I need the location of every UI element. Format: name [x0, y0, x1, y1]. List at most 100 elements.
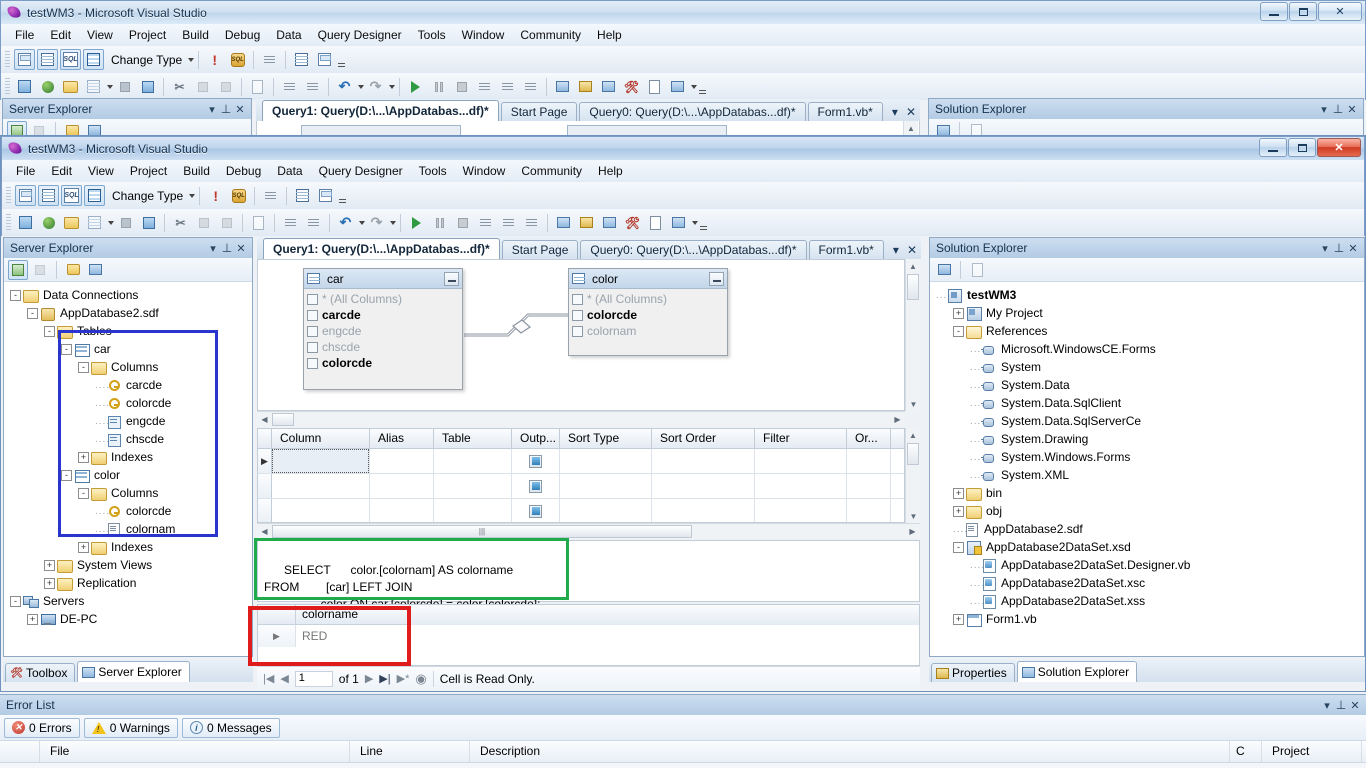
panel-menu-icon[interactable]: ▾: [205, 103, 219, 116]
results-cell-colorname[interactable]: RED: [296, 625, 410, 647]
header-alias[interactable]: Alias: [370, 429, 434, 448]
column-checkbox[interactable]: [307, 341, 318, 353]
find-icon[interactable]: [248, 212, 269, 233]
show-results-pane-button[interactable]: [84, 185, 105, 206]
tab-solution-explorer[interactable]: Solution Explorer: [1016, 661, 1138, 682]
scrollbar-thumb[interactable]: [907, 443, 919, 465]
menu-tools[interactable]: Tools: [411, 161, 455, 181]
diagram-column-row[interactable]: * (All Columns): [572, 291, 724, 307]
diagram-table-columns[interactable]: * (All Columns) carcde engcde chscde col…: [304, 289, 462, 375]
panel-header[interactable]: Server Explorer ▾ ⊥ ✕: [3, 99, 251, 119]
tree-item[interactable]: + DE-PC: [6, 610, 250, 628]
tab-form1[interactable]: Form1.vb*: [808, 240, 884, 259]
cell-or[interactable]: [847, 499, 891, 522]
verify-sql-syntax-button[interactable]: !: [204, 49, 225, 70]
new-record-button[interactable]: ▶*: [397, 672, 410, 685]
menu-query-designer[interactable]: Query Designer: [310, 25, 410, 45]
close-icon[interactable]: ✕: [1345, 103, 1359, 116]
tree-item[interactable]: .... System.Drawing: [932, 430, 1362, 448]
chevron-down-icon[interactable]: [189, 193, 196, 198]
first-record-button[interactable]: |◀: [263, 672, 274, 685]
menu-build[interactable]: Build: [175, 161, 218, 181]
tree-item[interactable]: - AppDatabase2.sdf: [6, 304, 250, 322]
toolbar-overflow-button[interactable]: [698, 213, 709, 232]
query-designer-toolbar[interactable]: SQL Change Type ! SQL: [1, 182, 1365, 209]
foreground-vs-window[interactable]: testWM3 - Microsoft Visual Studio ✕ File…: [0, 135, 1366, 692]
show-criteria-pane-button[interactable]: [38, 185, 59, 206]
tree-item[interactable]: .... colorcde: [6, 502, 250, 520]
collapse-icon[interactable]: -: [953, 541, 964, 553]
row-marker-icon[interactable]: [258, 499, 272, 522]
minimize-icon[interactable]: [709, 271, 724, 286]
collapse-icon[interactable]: -: [10, 289, 21, 301]
criteria-pane[interactable]: Column Alias Table Outp... Sort Type Sor…: [257, 428, 905, 523]
collapse-icon[interactable]: -: [953, 325, 964, 337]
toolbar-overflow-button[interactable]: [337, 186, 348, 205]
new-project-icon[interactable]: [14, 76, 35, 97]
pin-icon[interactable]: ⊥: [1332, 241, 1346, 255]
undo-icon[interactable]: ↶: [335, 212, 356, 233]
toolbar-overflow-button[interactable]: [697, 77, 708, 96]
tab-start-page[interactable]: Start Page: [500, 102, 578, 121]
cell-filter[interactable]: [755, 499, 847, 522]
error-list-icon[interactable]: [644, 76, 665, 97]
error-col-c[interactable]: C: [1230, 741, 1262, 762]
header-output[interactable]: Outp...: [512, 429, 560, 448]
diagram-table-header[interactable]: car: [304, 269, 462, 289]
scrollbar-thumb[interactable]: [272, 413, 294, 426]
menu-edit[interactable]: Edit: [42, 25, 79, 45]
step-into-icon[interactable]: [474, 76, 495, 97]
background-window-titlebar[interactable]: testWM3 - Microsoft Visual Studio ✕: [0, 0, 1366, 24]
menu-project[interactable]: Project: [122, 161, 175, 181]
tree-item[interactable]: .... AppDatabase2DataSet.Designer.vb: [932, 556, 1362, 574]
object-browser-icon[interactable]: [598, 76, 619, 97]
collapse-icon[interactable]: -: [10, 595, 21, 607]
connect-to-server-icon[interactable]: [85, 260, 105, 280]
header-sort-type[interactable]: Sort Type: [560, 429, 652, 448]
maximize-button[interactable]: [1288, 138, 1316, 157]
toolbar-grip[interactable]: [6, 186, 11, 205]
show-criteria-pane-button[interactable]: [37, 49, 58, 70]
server-explorer-panel[interactable]: Server Explorer ▾ ⊥ ✕ - Data Connections -…: [3, 237, 253, 657]
properties-icon[interactable]: [934, 260, 954, 280]
expand-icon[interactable]: +: [953, 487, 964, 499]
cell-or[interactable]: [847, 449, 891, 473]
tree-item[interactable]: .... engcde: [6, 412, 250, 430]
server-explorer-tree[interactable]: - Data Connections - AppDatabase2.sdf - Table…: [4, 282, 252, 632]
cell-filter[interactable]: [755, 449, 847, 473]
toolbox-icon[interactable]: 🛠: [621, 76, 642, 97]
background-document-tabs[interactable]: Query1: Query(D:\...\AppDatabas...df)* S…: [256, 99, 920, 121]
show-all-files-icon[interactable]: [967, 260, 987, 280]
menu-community[interactable]: Community: [512, 25, 589, 45]
page-number-input[interactable]: 1: [294, 670, 333, 687]
show-sql-pane-button[interactable]: SQL: [60, 49, 81, 70]
tree-item[interactable]: .... System.XML: [932, 466, 1362, 484]
tab-query1[interactable]: Query1: Query(D:\...\AppDatabas...df)*: [262, 100, 499, 121]
redo-icon[interactable]: ↷: [365, 76, 386, 97]
diagram-column-row[interactable]: colornam: [572, 323, 724, 339]
step-out-icon[interactable]: [521, 212, 542, 233]
tree-item[interactable]: .... System.Data.SqlServerCe: [932, 412, 1362, 430]
group-by-button[interactable]: [260, 185, 281, 206]
add-new-derived-table-button[interactable]: [314, 49, 335, 70]
scrollbar-thumb[interactable]: [907, 274, 919, 300]
properties-window-icon[interactable]: [575, 76, 596, 97]
scroll-left-icon[interactable]: ◀: [257, 525, 272, 539]
collapse-icon[interactable]: -: [44, 325, 55, 337]
solution-explorer-icon[interactable]: [552, 76, 573, 97]
toolbar-grip[interactable]: [5, 77, 10, 96]
cell-sort-type[interactable]: [560, 449, 652, 473]
comment-icon[interactable]: [279, 76, 300, 97]
tree-item[interactable]: + My Project: [932, 304, 1362, 322]
diagram-column-row[interactable]: engcde: [307, 323, 459, 339]
menu-tools[interactable]: Tools: [410, 25, 454, 45]
menu-query-designer[interactable]: Query Designer: [311, 161, 411, 181]
warnings-filter-button[interactable]: 0 Warnings: [83, 717, 178, 738]
expand-icon[interactable]: +: [78, 541, 89, 553]
diagram-column-row[interactable]: colorcde: [307, 355, 459, 371]
sql-pane[interactable]: SELECT color.[colornam] AS colorname FRO…: [257, 540, 920, 611]
current-row-arrow-icon[interactable]: ▶: [258, 625, 296, 647]
stop-icon[interactable]: [451, 76, 472, 97]
error-list-icon[interactable]: [645, 212, 666, 233]
panel-menu-icon[interactable]: ▾: [206, 242, 220, 255]
